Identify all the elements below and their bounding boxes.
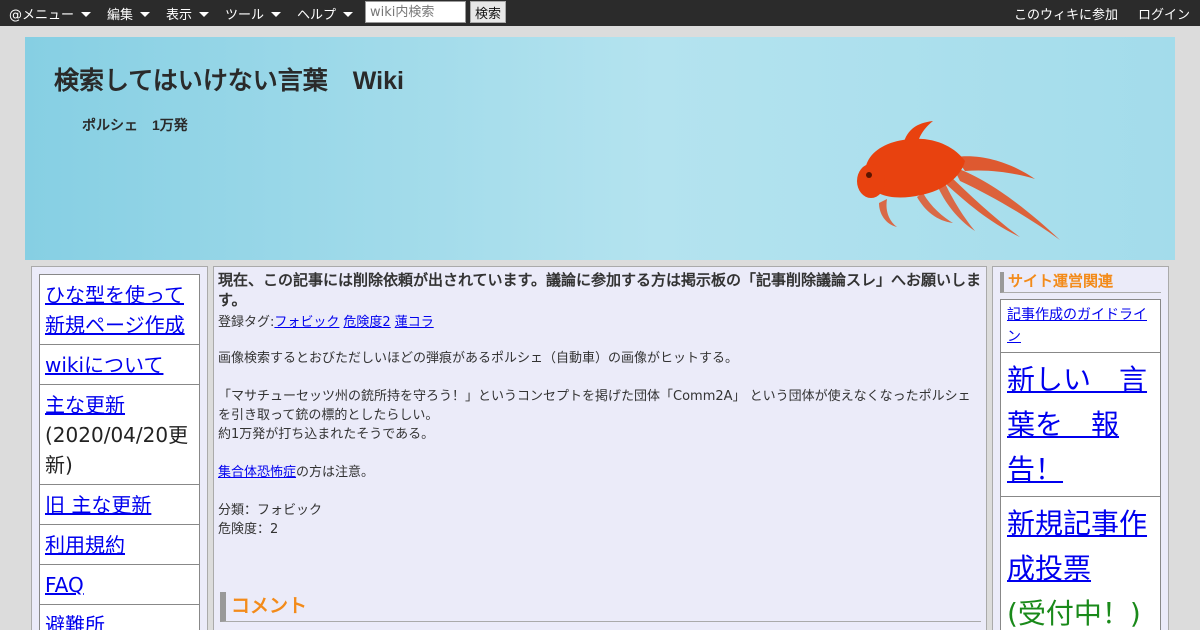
list-item: 新規記事作成投票 (受付中！) (1001, 497, 1160, 630)
caret-down-icon (140, 12, 151, 17)
paragraph: 集合体恐怖症の方は注意。 (218, 463, 982, 482)
caret-down-icon (81, 12, 92, 17)
right-menu: 記事作成のガイドライン 新しい 言葉を 報告！ 新規記事作成投票 (受付中！) (1000, 299, 1161, 630)
left-sidebar: ひな型を使って新規ページ作成 wikiについて 主な更新 (2020/04/20… (31, 266, 208, 630)
report-new-word-link[interactable]: 新しい 言葉を 報告！ (1007, 363, 1147, 486)
join-wiki-link[interactable]: このウィキに参加 (1014, 4, 1118, 23)
paragraph: 「マサチューセッツ州の銃所持を守ろう！」というコンセプトを掲げた団体「Comm2… (218, 389, 971, 423)
search-button[interactable]: 検索 (470, 1, 506, 23)
tools-dropdown[interactable]: ツール (225, 4, 282, 23)
vote-status: (受付中！) (1007, 597, 1141, 630)
tag-link[interactable]: 蓮コラ (395, 315, 434, 330)
caret-down-icon (343, 12, 354, 17)
paragraph: 画像検索するとおびただしいほどの弾痕があるポルシェ（自動車）の画像がヒットする。 (218, 351, 739, 366)
menu-link-faq[interactable]: FAQ (45, 573, 84, 597)
left-menu: ひな型を使って新規ページ作成 wikiについて 主な更新 (2020/04/20… (39, 274, 200, 630)
view-dropdown[interactable]: 表示 (166, 4, 210, 23)
category-text: 分類：フォビック (218, 503, 323, 518)
wiki-search-input[interactable] (365, 1, 466, 23)
caret-down-icon (199, 12, 210, 17)
list-item: 利用規約 (40, 525, 199, 565)
tools-label: ツール (225, 8, 265, 23)
caution-text: の方は注意。 (296, 465, 375, 480)
menu-link-main-updates[interactable]: 主な更新 (45, 393, 125, 417)
right-sidebar: サイト運営関連 記事作成のガイドライン 新しい 言葉を 報告！ 新規記事作成投票… (992, 266, 1169, 630)
site-header: 検索してはいけない言葉 Wiki ポルシェ 1万発 (25, 37, 1175, 260)
tag-link[interactable]: 危険度2 (343, 315, 390, 330)
list-item: wikiについて (40, 345, 199, 385)
menu-link-about-wiki[interactable]: wikiについて (45, 353, 163, 377)
paragraph: 約1万発が打ち込まれたそうである。 (218, 427, 435, 442)
help-dropdown[interactable]: ヘルプ (297, 4, 354, 23)
site-title[interactable]: 検索してはいけない言葉 Wiki (54, 61, 404, 97)
tags-label: 登録タグ: (218, 315, 275, 330)
top-navigation-bar: @メニュー 編集 表示 ツール ヘルプ 検索 このウィキに参加 ログイン (0, 0, 1200, 26)
new-article-vote-link[interactable]: 新規記事作成投票 (1007, 507, 1147, 585)
goldfish-illustration (857, 121, 1060, 240)
login-link[interactable]: ログイン (1138, 4, 1190, 23)
menu-link-shelter[interactable]: 避難所 (45, 613, 105, 630)
deletion-notice: 現在、この記事には削除依頼が出されています。議論に参加する方は掲示板の「記事削除… (218, 271, 982, 309)
list-item: 避難所 (40, 605, 199, 630)
guideline-link[interactable]: 記事作成のガイドライン (1007, 307, 1147, 345)
danger-level-text: 危険度：2 (218, 522, 279, 537)
edit-dropdown[interactable]: 編集 (107, 4, 151, 23)
comment-heading: コメント (220, 592, 981, 622)
tag-list: 登録タグ:フォビック 危険度2 蓮コラ (218, 311, 982, 330)
list-item: ひな型を使って新規ページ作成 (40, 275, 199, 345)
trypophobia-link[interactable]: 集合体恐怖症 (218, 465, 296, 480)
menu-link-terms[interactable]: 利用規約 (45, 533, 125, 557)
list-item: 記事作成のガイドライン (1001, 300, 1160, 353)
menu-label: @メニュー (9, 8, 75, 23)
menu-dropdown[interactable]: @メニュー (9, 4, 92, 23)
main-content: 現在、この記事には削除依頼が出されています。議論に参加する方は掲示板の「記事削除… (213, 266, 987, 630)
edit-label: 編集 (107, 8, 134, 23)
list-item: FAQ (40, 565, 199, 605)
menu-link-new-page-from-template[interactable]: ひな型を使って新規ページ作成 (45, 283, 185, 337)
page-title: ポルシェ 1万発 (82, 117, 188, 133)
help-label: ヘルプ (297, 8, 337, 23)
list-item: 旧 主な更新 (40, 485, 199, 525)
caret-down-icon (271, 12, 282, 17)
update-date-note: (2020/04/20更新) (45, 423, 189, 477)
list-item: 新しい 言葉を 報告！ (1001, 353, 1160, 497)
menu-link-old-updates[interactable]: 旧 主な更新 (45, 493, 151, 517)
view-label: 表示 (166, 8, 193, 23)
site-management-heading: サイト運営関連 (1000, 272, 1161, 293)
tag-link[interactable]: フォビック (274, 315, 339, 330)
list-item: 主な更新 (2020/04/20更新) (40, 385, 199, 485)
